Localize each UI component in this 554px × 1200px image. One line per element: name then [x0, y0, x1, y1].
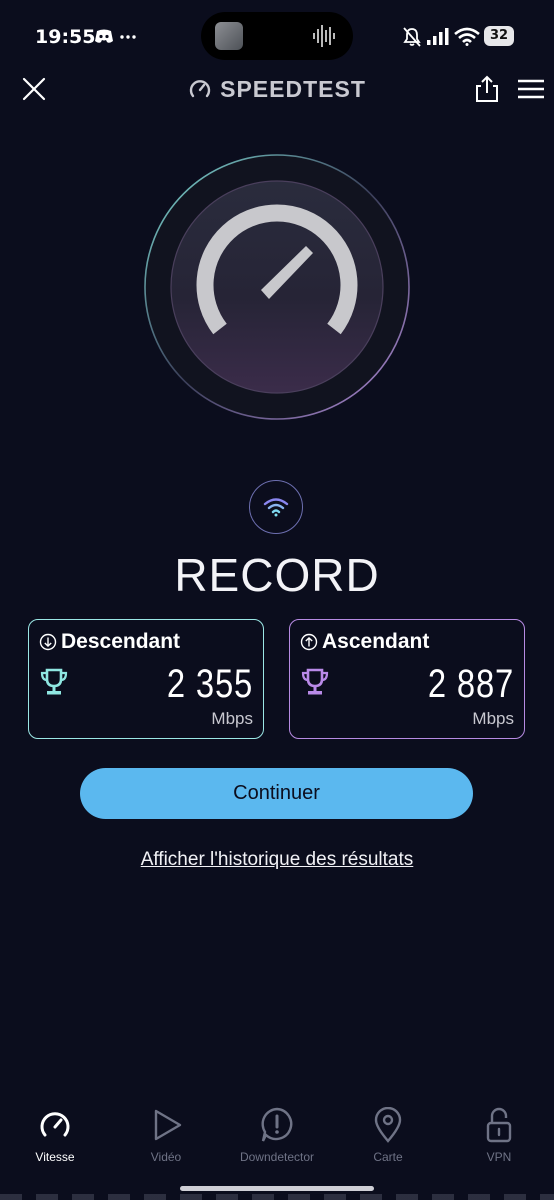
- continue-button[interactable]: Continuer: [80, 768, 473, 819]
- trophy-icon: [40, 668, 68, 695]
- brand-title: SPEEDTEST: [220, 75, 366, 102]
- discord-icon: [95, 29, 113, 43]
- alert-bubble-icon: [261, 1107, 293, 1142]
- bottom-nav: Vitesse Vidéo Downdetector Carte VPN: [0, 1100, 554, 1180]
- lock-open-icon: [486, 1107, 512, 1143]
- upload-unit: Mbps: [472, 709, 514, 728]
- nav-item-carte[interactable]: Carte: [333, 1100, 443, 1164]
- wifi-icon: [454, 27, 480, 46]
- nav-label-carte: Carte: [373, 1150, 403, 1164]
- result-title: RECORD: [174, 549, 380, 601]
- play-icon: [154, 1109, 182, 1141]
- wifi-icon: [263, 498, 289, 517]
- nav-label-video: Vidéo: [150, 1150, 182, 1164]
- nav-item-vpn[interactable]: VPN: [444, 1100, 554, 1164]
- upload-value: 2 887: [427, 662, 514, 706]
- arrow-up-circle-icon: [300, 633, 318, 651]
- share-icon[interactable]: [472, 74, 502, 104]
- download-value: 2 355: [166, 662, 253, 706]
- download-label: Descendant: [61, 630, 181, 653]
- media-thumbnail: [215, 22, 243, 50]
- history-link[interactable]: Afficher l'historique des résultats: [0, 849, 554, 871]
- speed-gauge[interactable]: [143, 153, 411, 421]
- download-title: Descendant: [39, 630, 180, 654]
- nav-label-vitesse: Vitesse: [35, 1150, 75, 1164]
- dynamic-island[interactable]: [201, 12, 353, 60]
- download-unit: Mbps: [211, 709, 253, 728]
- upload-label: Ascendant: [322, 630, 430, 653]
- nav-label-downdetector: Downdetector: [239, 1150, 315, 1164]
- content-peek: [0, 1194, 554, 1200]
- nav-item-vitesse[interactable]: Vitesse: [0, 1100, 110, 1164]
- history-link-label[interactable]: Afficher l'historique des résultats: [141, 849, 414, 870]
- status-time: 19:55: [35, 26, 96, 48]
- nav-item-video[interactable]: Vidéo: [111, 1100, 221, 1164]
- speed-gauge-icon: [40, 1112, 70, 1137]
- more-dots-icon: [120, 35, 136, 39]
- download-result-card: Descendant 2 355 Mbps: [28, 619, 264, 739]
- nav-item-downdetector[interactable]: Downdetector: [222, 1100, 332, 1164]
- map-pin-icon: [374, 1107, 402, 1143]
- mute-bell-icon: [403, 27, 421, 47]
- menu-icon[interactable]: [516, 74, 546, 104]
- nav-label-vpn: VPN: [486, 1150, 512, 1164]
- status-bar: 19:55 32: [0, 0, 554, 70]
- upload-title: Ascendant: [300, 630, 429, 654]
- trophy-icon: [301, 668, 329, 695]
- speedometer-logo-icon: [189, 80, 211, 98]
- battery-indicator: 32: [484, 26, 514, 46]
- upload-result-card: Ascendant 2 887 Mbps: [289, 619, 525, 739]
- brand-header: SPEEDTEST: [0, 74, 554, 104]
- connection-wifi-badge: [249, 480, 303, 534]
- audio-wave-icon: [313, 25, 335, 47]
- arrow-down-circle-icon: [39, 633, 57, 651]
- home-indicator[interactable]: [180, 1186, 374, 1191]
- signal-icon: [427, 28, 449, 45]
